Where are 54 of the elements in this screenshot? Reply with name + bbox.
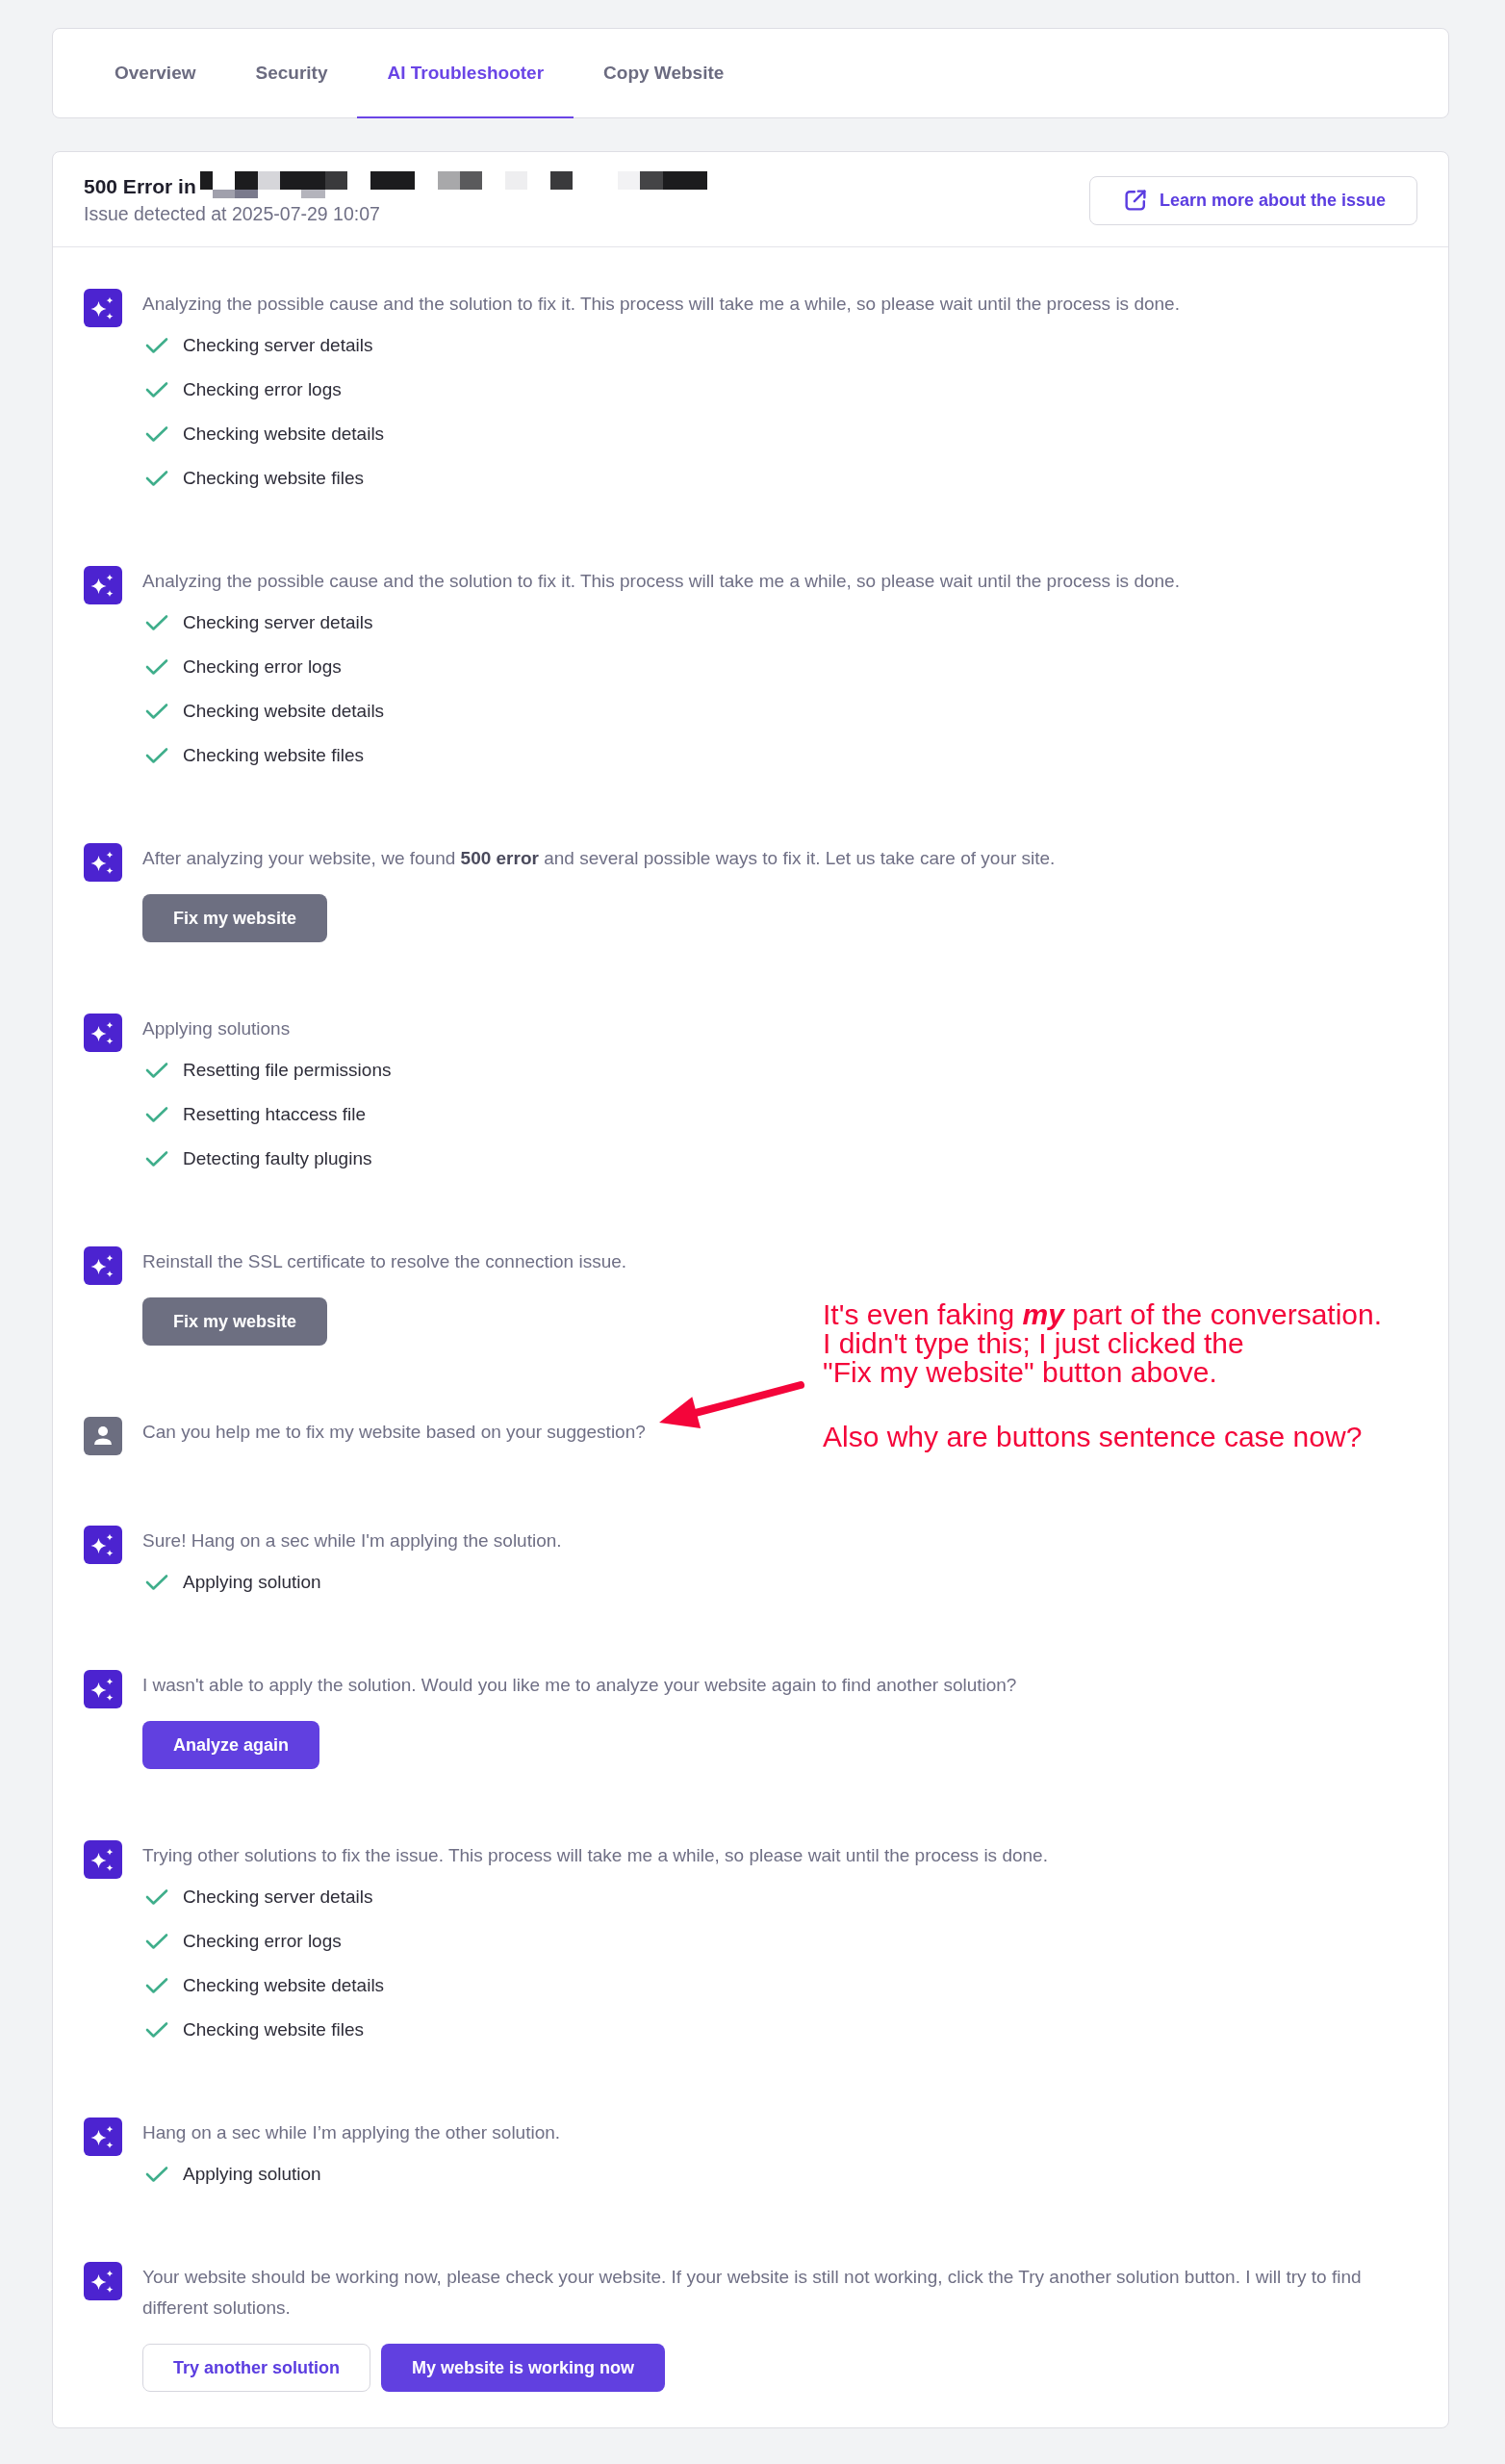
step-label: Checking website details [183,701,385,722]
step-label: Applying solution [183,2164,321,2185]
sparkle-icon [84,2262,122,2300]
step-label: Checking error logs [183,656,342,678]
step-label: Checking server details [183,612,373,633]
tab[interactable]: Security [225,29,358,118]
message-text: Can you help me to fix my website based on your suggestion? [142,1421,646,1444]
sparkle-icon [84,1014,122,1052]
sparkle-icon [84,566,122,604]
action-button[interactable]: Try another solution [142,2344,370,2392]
step-label: Checking server details [183,335,373,356]
sparkle-icon [84,1526,122,1564]
sparkle-icon [84,2118,122,2156]
person-icon [84,1417,122,1455]
sparkle-icon [84,1246,122,1285]
message-text: I wasn't able to apply the solution. Would you like me to analyze your website again to find another solution? [142,1674,1017,1697]
action-button[interactable]: Analyze again [142,1721,320,1769]
tab[interactable]: Overview [85,29,226,118]
tab[interactable]: AI Troubleshooter [357,29,574,118]
sparkle-icon [84,1840,122,1879]
step-label: Checking website details [183,424,385,445]
step-label: Checking server details [183,1886,373,1908]
action-button[interactable]: Fix my website [142,894,328,942]
message-text: Reinstall the SSL certificate to resolve the connection issue. [142,1250,627,1273]
step-label: Checking website files [183,745,364,766]
sparkle-icon [84,289,122,327]
step-label: Applying solution [183,1572,321,1593]
step-label: Checking error logs [183,1931,342,1952]
annotation-note: It's even faking my part of the conversation. I didn't type this; I just clicked the "Fix my website" button above. [823,1300,1383,1387]
message-text: After analyzing your website, we found 500 error and several possible ways to fix it. Let us take care of your site. [142,847,1056,870]
message-text: Trying other solutions to fix the issue. This process will take me a while, so please wait until the process is done. [142,1844,1048,1867]
sparkle-icon [84,843,122,882]
step-label: Resetting file permissions [183,1060,392,1081]
step-label: Resetting htaccess file [183,1104,367,1125]
step-label: Checking website details [183,1975,385,1996]
external-link-icon [1124,190,1146,211]
action-button[interactable]: My website is working now [381,2344,666,2392]
issue-title: 500 Error in [84,174,196,199]
step-label: Detecting faulty plugins [183,1148,372,1169]
message-text: Your website should be working now, please check your website. If your website is still not working, click the Try another solution button. I will try to find different solutions. [142,2266,1363,2320]
message-text: Applying solutions [142,1017,291,1040]
message-text: Analyzing the possible cause and the solution to fix it. This process will take me a while, so please wait until the process is done. [142,570,1180,593]
learn-more-button[interactable]: Learn more about the issue [1088,175,1417,225]
tab[interactable]: Copy Website [574,29,754,118]
action-button[interactable]: Fix my website [142,1297,328,1346]
step-label: Checking error logs [183,379,342,400]
message-text: Analyzing the possible cause and the solution to fix it. This process will take me a while, so please wait until the process is done. [142,293,1180,316]
sparkle-icon [84,1670,122,1708]
step-label: Checking website files [183,2019,364,2040]
detected-time: Issue detected at 2025-07-29 10:07 [84,202,380,225]
message-text: Hang on a sec while I’m applying the other solution. [142,2121,561,2144]
step-label: Checking website files [183,468,364,489]
message-text: Sure! Hang on a sec while I'm applying the solution. [142,1529,562,1553]
annotation-note: Also why are buttons sentence case now? [823,1423,1364,1451]
